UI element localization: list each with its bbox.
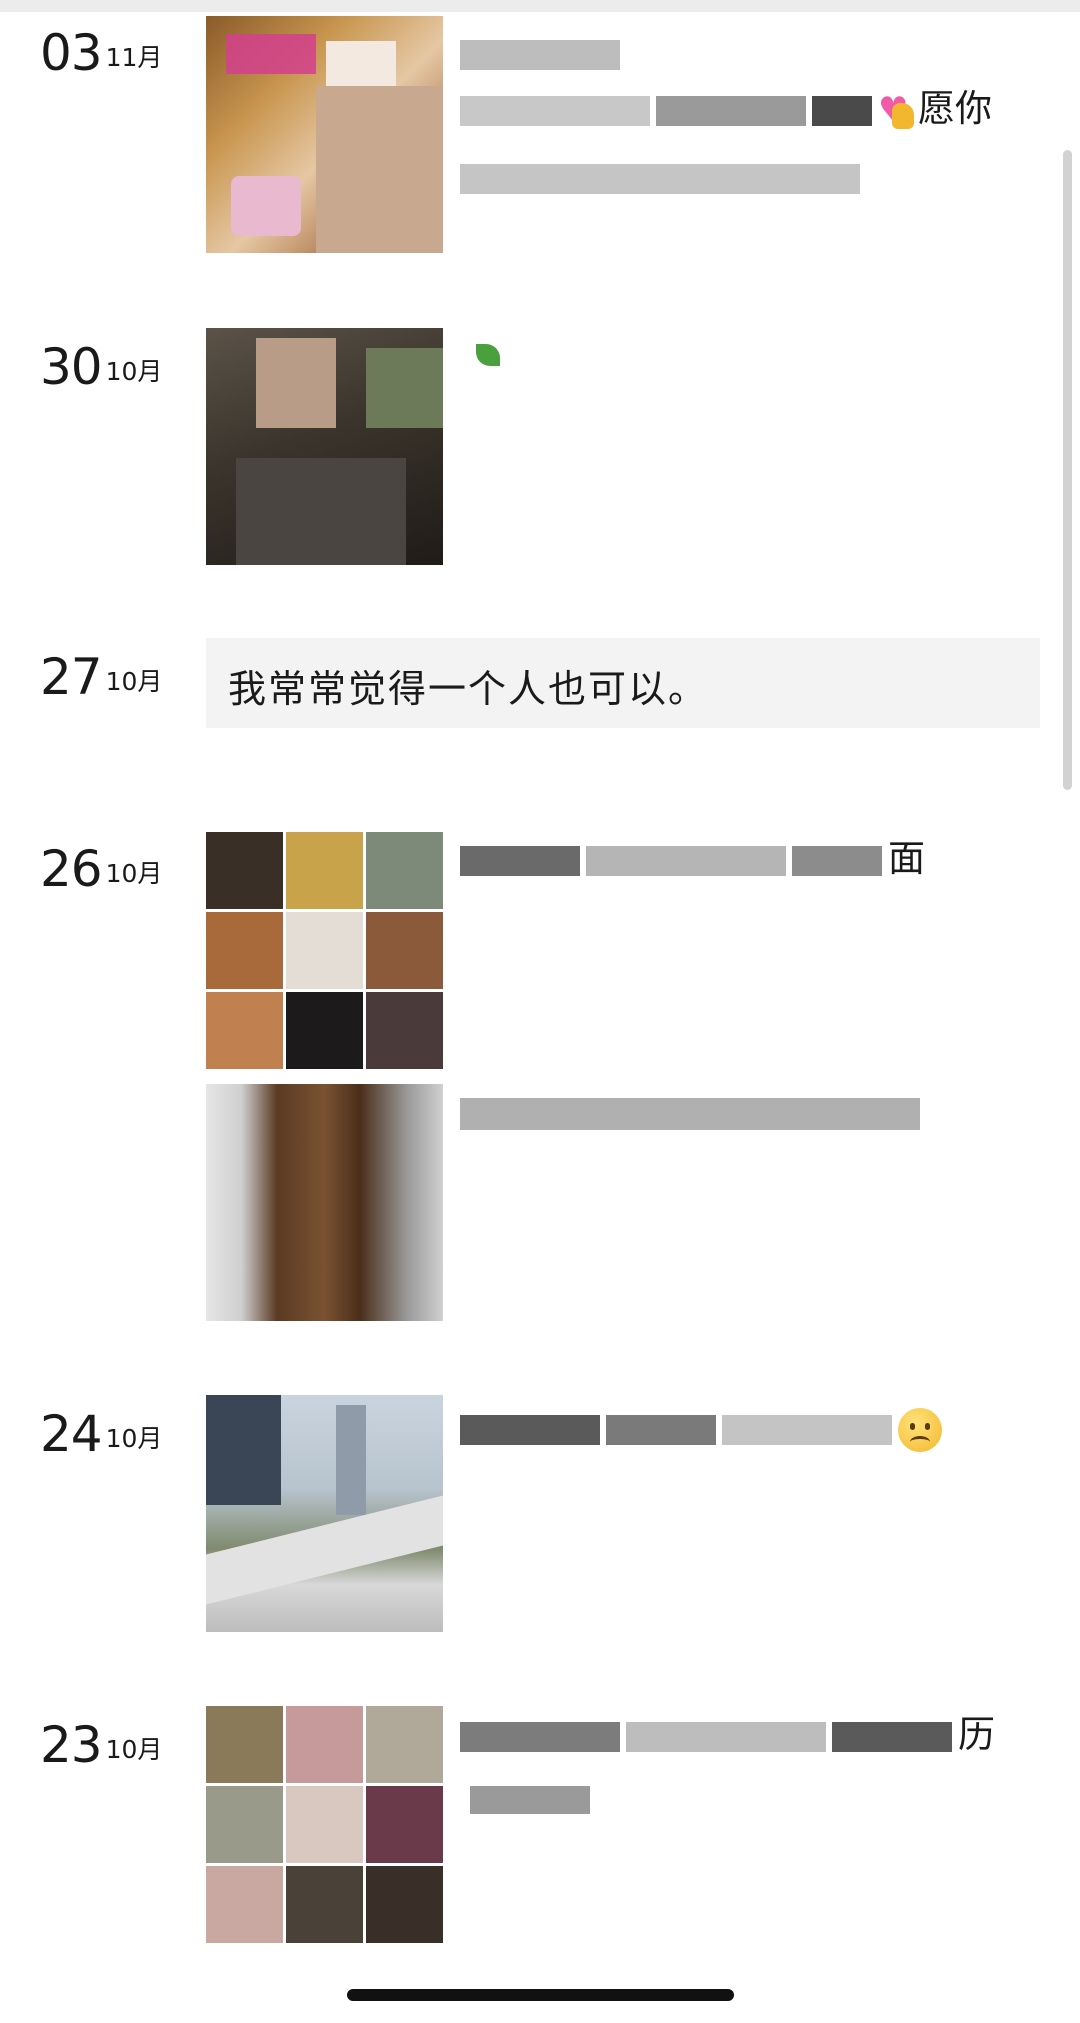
post-caption: 历: [460, 1706, 1040, 1764]
entry-date: 26 10月: [40, 840, 162, 898]
grid-photo: [366, 992, 443, 1069]
leaf-emoji-icon: [474, 334, 504, 374]
entry-month: 10月: [105, 1735, 163, 1764]
blurred-text: [832, 1721, 952, 1752]
blurred-text: [460, 40, 620, 70]
grid-photo: [366, 912, 443, 989]
grid-photo: [286, 1706, 363, 1783]
entry-date: 24 10月: [40, 1405, 162, 1463]
caption-visible-text: 面: [888, 837, 925, 880]
sad-face-emoji-icon: [898, 1407, 942, 1452]
entry-date: 27 10月: [40, 648, 162, 706]
grid-photo: [286, 832, 363, 909]
post-caption: 面: [460, 830, 1040, 888]
blurred-text: [656, 95, 806, 126]
post-photo-grid[interactable]: [206, 1706, 443, 1943]
grid-photo: [286, 912, 363, 989]
entry-day: 27: [40, 648, 103, 706]
caption-visible-text: 历: [958, 1713, 995, 1756]
grid-photo: [206, 912, 283, 989]
grid-photo: [206, 1866, 283, 1943]
entry-month: 11月: [105, 43, 163, 72]
grid-photo: [206, 1786, 283, 1863]
entry-month: 10月: [105, 357, 163, 386]
blurred-text: [792, 845, 882, 876]
entry-month: 10月: [105, 859, 163, 888]
grid-photo: [206, 1706, 283, 1783]
blurred-text: [626, 1721, 826, 1752]
blurred-text: [460, 1414, 600, 1445]
grid-photo: [366, 1866, 443, 1943]
caption-visible-text: 愿你: [918, 87, 992, 130]
entry-day: 26: [40, 840, 103, 898]
blurred-text: [722, 1414, 892, 1445]
post-caption: 愿你: [460, 80, 1040, 138]
blurred-text: [586, 845, 786, 876]
blurred-text: [460, 1721, 620, 1752]
entry-day: 23: [40, 1716, 103, 1774]
post-thumbnail[interactable]: [206, 1395, 443, 1632]
entry-month: 10月: [105, 1424, 163, 1453]
text-post[interactable]: 我常常觉得一个人也可以。: [206, 638, 1040, 728]
entry-month: 10月: [105, 667, 163, 696]
blurred-text: [470, 1786, 590, 1814]
blurred-text: [460, 1098, 920, 1130]
post-thumbnail[interactable]: [206, 1084, 443, 1321]
heart-emoji-icon: [878, 81, 918, 138]
post-thumbnail[interactable]: [206, 16, 443, 253]
post-thumbnail[interactable]: [206, 328, 443, 565]
blurred-text: [460, 95, 650, 126]
entry-day: 24: [40, 1405, 103, 1463]
entry-day: 03: [40, 24, 103, 82]
home-indicator[interactable]: [347, 1989, 734, 2001]
blurred-text: [460, 845, 580, 876]
post-caption: [460, 1399, 1040, 1457]
entry-day: 30: [40, 338, 103, 396]
entry-date: 30 10月: [40, 338, 162, 396]
grid-photo: [366, 832, 443, 909]
grid-photo: [366, 1786, 443, 1863]
post-photo-grid[interactable]: [206, 832, 443, 1069]
grid-photo: [286, 1866, 363, 1943]
blurred-text: [812, 95, 872, 126]
grid-photo: [286, 1786, 363, 1863]
scrollbar[interactable]: [1063, 150, 1072, 790]
blurred-text: [460, 164, 860, 194]
status-area: [0, 0, 1080, 12]
grid-photo: [286, 992, 363, 1069]
grid-photo: [366, 1706, 443, 1783]
entry-date: 03 11月: [40, 24, 162, 82]
text-post-content: 我常常觉得一个人也可以。: [228, 667, 709, 711]
blurred-text: [606, 1414, 716, 1445]
grid-photo: [206, 992, 283, 1069]
grid-photo: [206, 832, 283, 909]
entry-date: 23 10月: [40, 1716, 162, 1774]
